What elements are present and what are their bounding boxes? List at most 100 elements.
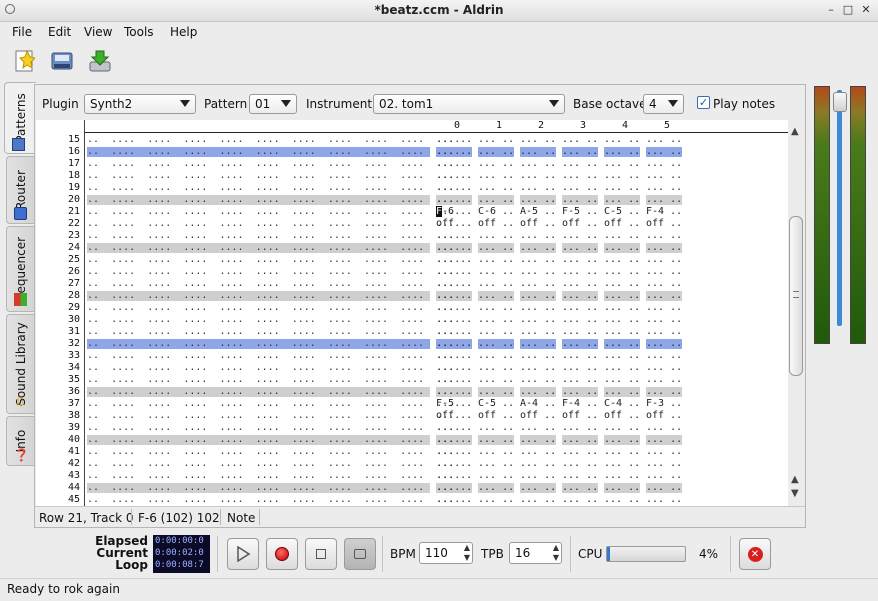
- note-cell[interactable]: ... ..: [562, 302, 598, 314]
- note-cell[interactable]: ... ..: [436, 434, 472, 446]
- note-cell[interactable]: ... ..: [436, 482, 472, 494]
- master-volume-track[interactable]: [837, 90, 842, 326]
- note-cell[interactable]: ... ..: [436, 314, 472, 326]
- note-cell[interactable]: ... ..: [478, 158, 514, 170]
- note-cell[interactable]: ... ..: [646, 458, 682, 470]
- pattern-row[interactable]: .. .... .... .... .... .... .... .... ..…: [85, 362, 788, 374]
- note-cell[interactable]: A-5 ..: [520, 206, 556, 218]
- note-cell[interactable]: ... ..: [436, 158, 472, 170]
- pattern-row[interactable]: .. .... .... .... .... .... .... .... ..…: [85, 338, 788, 350]
- note-cell[interactable]: ... ..: [436, 254, 472, 266]
- note-cell[interactable]: ... ..: [604, 494, 640, 506]
- note-cell[interactable]: ... ..: [562, 194, 598, 206]
- tab-info[interactable]: Info ❓: [6, 416, 34, 466]
- pattern-row[interactable]: .. .... .... .... .... .... .... .... ..…: [85, 230, 788, 242]
- note-cell[interactable]: ... ..: [562, 362, 598, 374]
- global-columns[interactable]: .. .... .... .... .... .... .... .... ..…: [87, 446, 460, 458]
- note-cell[interactable]: ... ..: [646, 158, 682, 170]
- pattern-row[interactable]: .. .... .... .... .... .... .... .... ..…: [85, 422, 788, 434]
- note-cell[interactable]: ... ..: [520, 362, 556, 374]
- note-cell[interactable]: ... ..: [478, 146, 514, 158]
- note-cell[interactable]: A-4 ..: [520, 398, 556, 410]
- note-cell[interactable]: ... ..: [436, 230, 472, 242]
- note-cell[interactable]: C-5 ..: [478, 398, 514, 410]
- note-cell[interactable]: ... ..: [604, 302, 640, 314]
- note-cell[interactable]: ... ..: [520, 350, 556, 362]
- stop-button[interactable]: [305, 538, 337, 570]
- note-cell[interactable]: off ..: [646, 218, 682, 230]
- tab-sequencer[interactable]: Sequencer: [6, 226, 34, 312]
- pattern-row[interactable]: .. .... .... .... .... .... .... .... ..…: [85, 326, 788, 338]
- note-cell[interactable]: ... ..: [436, 422, 472, 434]
- spinner-arrows-icon[interactable]: ▲ ▼: [553, 543, 559, 563]
- note-cell[interactable]: off ..: [604, 410, 640, 422]
- save-icon[interactable]: [48, 47, 76, 75]
- global-columns[interactable]: .. .... .... .... .... .... .... .... ..…: [87, 362, 460, 374]
- note-cell[interactable]: ... ..: [604, 434, 640, 446]
- global-columns[interactable]: .. .... .... .... .... .... .... .... ..…: [87, 326, 460, 338]
- note-cell[interactable]: ... ..: [436, 242, 472, 254]
- menu-file[interactable]: File: [12, 25, 32, 39]
- note-cell[interactable]: ... ..: [520, 278, 556, 290]
- note-cell[interactable]: ... ..: [646, 386, 682, 398]
- note-cell[interactable]: off ..: [478, 410, 514, 422]
- note-cell[interactable]: ... ..: [646, 422, 682, 434]
- note-cell[interactable]: ... ..: [646, 374, 682, 386]
- note-cell[interactable]: ... ..: [646, 194, 682, 206]
- note-cell[interactable]: ... ..: [646, 494, 682, 506]
- note-cell[interactable]: ... ..: [478, 170, 514, 182]
- note-cell[interactable]: ... ..: [520, 290, 556, 302]
- panic-button[interactable]: ✕: [739, 538, 771, 570]
- note-cell[interactable]: ... ..: [436, 458, 472, 470]
- note-cell[interactable]: ... ..: [478, 470, 514, 482]
- pattern-row[interactable]: .. .... .... .... .... .... .... .... ..…: [85, 266, 788, 278]
- note-cell[interactable]: ... ..: [562, 134, 598, 146]
- global-columns[interactable]: .. .... .... .... .... .... .... .... ..…: [87, 266, 460, 278]
- pattern-row[interactable]: .. .... .... .... .... .... .... .... ..…: [85, 470, 788, 482]
- play-button[interactable]: [227, 538, 259, 570]
- note-cell[interactable]: ... ..: [646, 314, 682, 326]
- note-cell[interactable]: ... ..: [562, 386, 598, 398]
- note-cell[interactable]: ... ..: [562, 146, 598, 158]
- note-cell[interactable]: ... ..: [604, 170, 640, 182]
- global-columns[interactable]: .. .... .... .... .... .... .... .... ..…: [87, 254, 460, 266]
- import-icon[interactable]: [86, 47, 114, 75]
- note-cell[interactable]: ... ..: [562, 290, 598, 302]
- note-cell[interactable]: ... ..: [478, 194, 514, 206]
- global-columns[interactable]: .. .... .... .... .... .... .... .... ..…: [87, 458, 460, 470]
- note-cell[interactable]: ... ..: [520, 194, 556, 206]
- pattern-row[interactable]: .. .... .... .... .... .... .... .... ..…: [85, 170, 788, 182]
- note-cell[interactable]: ... ..: [646, 278, 682, 290]
- global-columns[interactable]: .. .... .... .... .... .... .... .... ..…: [87, 374, 460, 386]
- note-cell[interactable]: ... ..: [562, 326, 598, 338]
- pattern-row[interactable]: .. .... .... .... .... .... .... .... ..…: [85, 302, 788, 314]
- note-cell[interactable]: ... ..: [478, 134, 514, 146]
- note-cell[interactable]: ... ..: [520, 494, 556, 506]
- note-cell[interactable]: ... ..: [520, 374, 556, 386]
- note-cell[interactable]: off ..: [520, 218, 556, 230]
- note-cell[interactable]: C-4 ..: [604, 398, 640, 410]
- note-cell[interactable]: F-3 ..: [646, 398, 682, 410]
- global-columns[interactable]: .. .... .... .... .... .... .... .... ..…: [87, 230, 460, 242]
- note-cell[interactable]: ... ..: [436, 326, 472, 338]
- note-cell[interactable]: ... ..: [562, 338, 598, 350]
- note-cell[interactable]: ... ..: [562, 374, 598, 386]
- pattern-row[interactable]: .. .... .... .... .... .... .... .... ..…: [85, 254, 788, 266]
- note-cell[interactable]: ... ..: [604, 338, 640, 350]
- note-cell[interactable]: ... ..: [604, 182, 640, 194]
- note-cell[interactable]: ... ..: [520, 446, 556, 458]
- pattern-row[interactable]: .. .... .... .... .... .... .... .... ..…: [85, 290, 788, 302]
- master-volume-slider[interactable]: [833, 92, 847, 112]
- menu-edit[interactable]: Edit: [48, 25, 71, 39]
- note-cell[interactable]: ... ..: [604, 146, 640, 158]
- note-cell[interactable]: F-6 ..: [436, 206, 472, 218]
- note-cell[interactable]: ... ..: [562, 446, 598, 458]
- note-cell[interactable]: F-4 ..: [562, 398, 598, 410]
- note-cell[interactable]: ... ..: [604, 158, 640, 170]
- note-cell[interactable]: ... ..: [520, 182, 556, 194]
- note-cell[interactable]: ... ..: [604, 326, 640, 338]
- note-cell[interactable]: ... ..: [604, 422, 640, 434]
- note-cell[interactable]: ... ..: [646, 146, 682, 158]
- pattern-select[interactable]: 01: [249, 94, 297, 114]
- menu-help[interactable]: Help: [170, 25, 197, 39]
